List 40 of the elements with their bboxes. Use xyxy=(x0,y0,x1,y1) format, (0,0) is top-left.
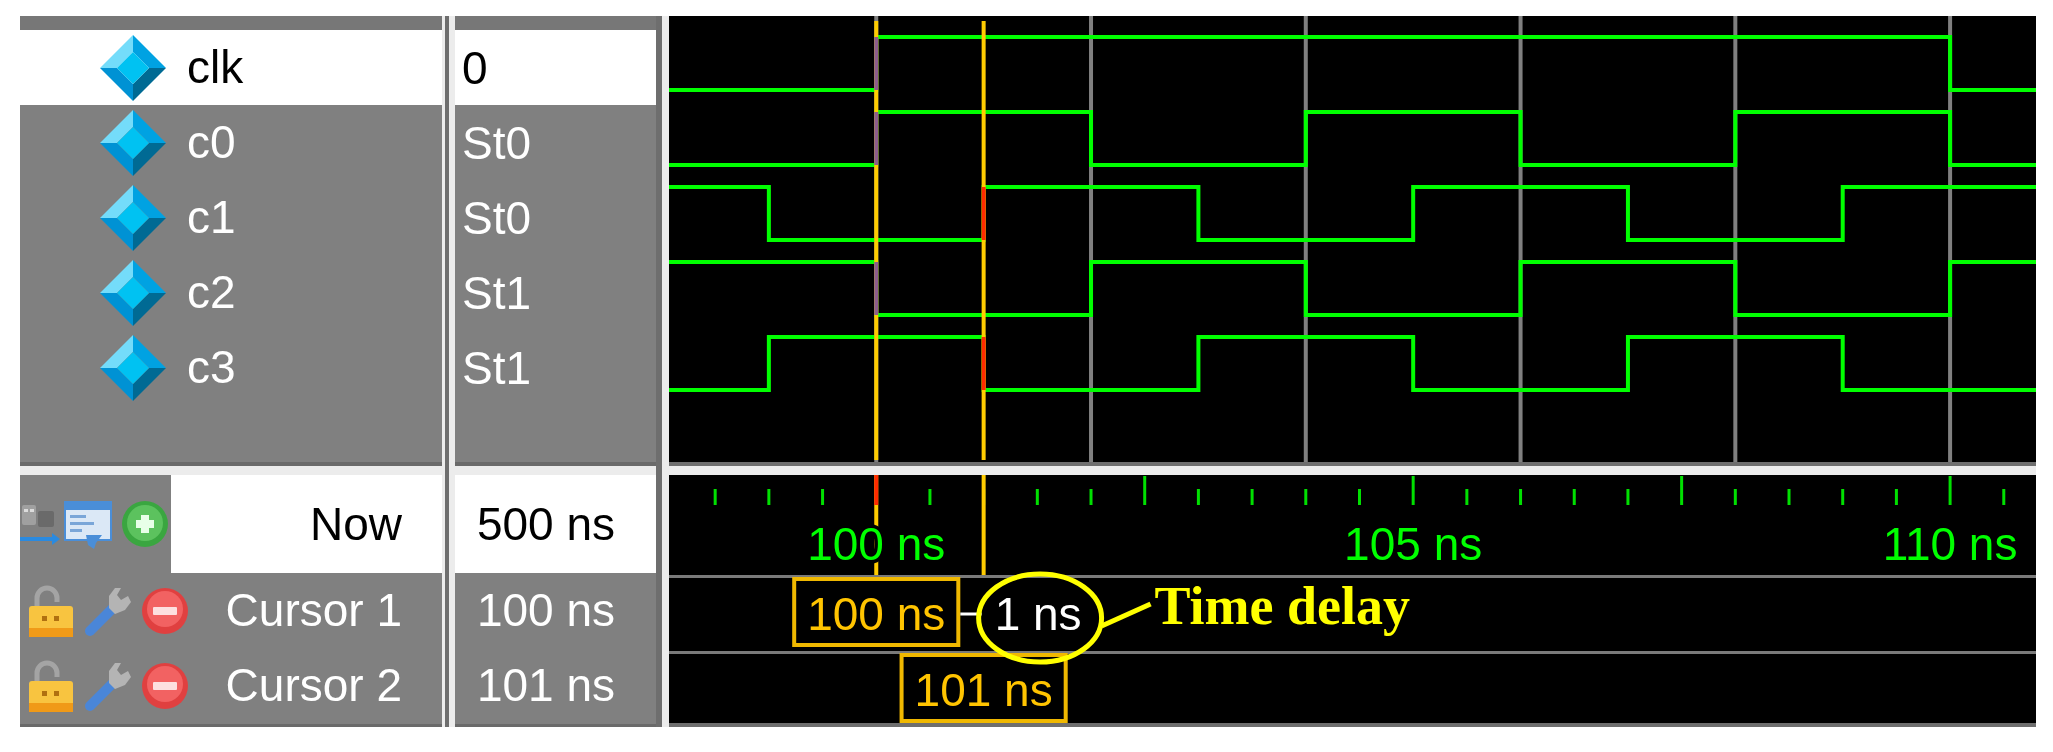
signal-value: St1 xyxy=(461,265,533,321)
add-icon[interactable] xyxy=(122,501,168,547)
callout-text: Time delay xyxy=(1154,576,1411,636)
lock-icon[interactable] xyxy=(28,658,74,713)
signal-name: c0 xyxy=(187,117,236,168)
cursor-delta: 1 ns xyxy=(994,588,1082,640)
connector-line xyxy=(960,612,982,616)
cursor-name: Cursor 2 xyxy=(225,660,402,711)
signal-row[interactable]: c3 xyxy=(20,330,442,405)
signal-name: c1 xyxy=(187,192,236,243)
tick-label: 110 ns xyxy=(1882,518,2018,570)
remove-icon[interactable] xyxy=(142,587,188,634)
lock-icon[interactable] xyxy=(28,583,74,638)
window-icon[interactable] xyxy=(64,499,114,549)
now-value: 500 ns xyxy=(455,475,656,573)
signal-row[interactable]: clk xyxy=(20,30,442,105)
now-label: Now xyxy=(171,475,442,573)
leader-line xyxy=(1100,601,1152,629)
signal-name: c3 xyxy=(187,342,236,393)
signal-name: clk xyxy=(187,42,244,93)
diamond-icon xyxy=(100,109,166,176)
signal-value: St0 xyxy=(461,190,533,246)
signal-value: St1 xyxy=(461,340,533,396)
signal-name: c2 xyxy=(187,267,236,318)
cursor-time-label[interactable]: 101 ns xyxy=(899,653,1068,723)
signal-value: 0 xyxy=(455,30,656,105)
diamond-icon xyxy=(100,34,166,101)
diamond-icon xyxy=(100,259,166,326)
signal-row[interactable]: c1 xyxy=(20,180,442,255)
signal-value: St0 xyxy=(461,115,533,171)
signal-row[interactable]: c2 xyxy=(20,255,442,330)
cursor-time: 100 ns xyxy=(476,585,615,636)
cursor-time: 101 ns xyxy=(476,660,615,711)
remove-icon[interactable] xyxy=(142,662,188,709)
signal-row[interactable]: c0 xyxy=(20,105,442,180)
diamond-icon xyxy=(100,184,166,251)
tick-label: 105 ns xyxy=(1344,518,1483,570)
cursor-name: Cursor 1 xyxy=(225,585,402,636)
cursor-time-label[interactable]: 100 ns xyxy=(792,577,961,647)
diamond-icon xyxy=(100,334,166,401)
